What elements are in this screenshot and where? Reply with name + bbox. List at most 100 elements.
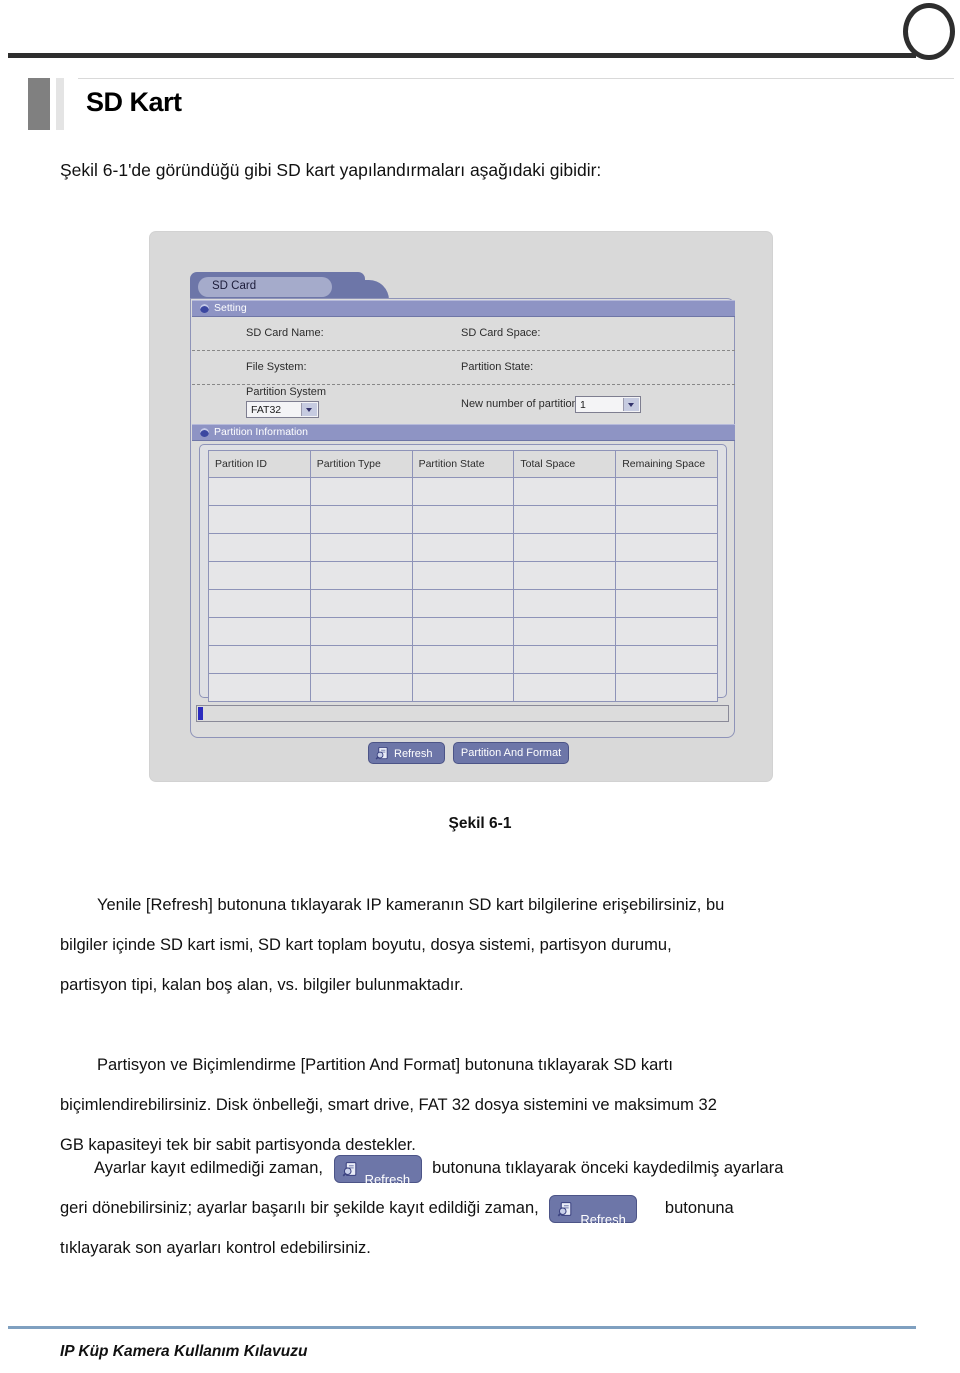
cell — [208, 589, 311, 618]
cell — [513, 477, 617, 506]
sd-card-panel: Setting SD Card Name: SD Card Space: Fil… — [190, 298, 735, 738]
chevron-down-icon[interactable] — [623, 398, 639, 411]
cell — [513, 617, 617, 646]
status-caret-icon — [198, 707, 203, 720]
cell — [513, 673, 617, 702]
panel-button-row: Refresh Partition And Format — [190, 742, 735, 772]
partition-system-select[interactable]: FAT32 — [246, 401, 319, 418]
paragraph-line: geri dönebilirsiniz; ayarlar başarılı bi… — [60, 1188, 905, 1228]
cell — [309, 533, 413, 562]
cell — [513, 589, 617, 618]
inline-refresh-button-2-label: Refresh — [580, 1211, 626, 1227]
page-header-decoration — [0, 0, 960, 70]
table-row[interactable] — [208, 561, 718, 590]
cell — [411, 561, 515, 590]
cell — [411, 617, 515, 646]
paragraph-line: bilgiler içinde SD kart ismi, SD kart to… — [60, 936, 672, 954]
footer-rule — [8, 1326, 916, 1329]
cell — [208, 617, 311, 646]
refresh-document-magnifier-icon — [342, 1161, 356, 1177]
paragraph-refresh-description: Yenile [Refresh] butonuna tıklayarak IP … — [60, 885, 900, 1005]
cell — [208, 645, 311, 674]
cell — [615, 505, 718, 534]
header-rule — [8, 53, 916, 58]
partition-and-format-button-label: Partition And Format — [460, 747, 562, 759]
partition-system-value: FAT32 — [251, 404, 282, 416]
cell — [208, 673, 311, 702]
cell — [411, 505, 515, 534]
partition-system-label: Partition System — [246, 386, 327, 398]
column-header-partition-state: Partition State — [411, 450, 515, 478]
sd-card-name-label: SD Card Name: — [246, 327, 324, 339]
tab-strip: SD Card — [190, 272, 389, 300]
cell — [615, 533, 718, 562]
tab-sd-card[interactable]: SD Card — [198, 277, 332, 297]
file-system-label: File System: — [246, 361, 307, 373]
partition-table-body — [208, 477, 718, 702]
header-circle-decoration — [903, 3, 955, 60]
table-row[interactable] — [208, 589, 718, 618]
cell — [411, 477, 515, 506]
cell — [615, 617, 718, 646]
cell — [513, 505, 617, 534]
column-header-total-space: Total Space — [513, 450, 617, 478]
inline-refresh-button-2[interactable]: Refresh — [549, 1194, 638, 1227]
section-partition-information-label: Partition Information — [214, 426, 308, 438]
inline-refresh-button-1-label: Refresh — [364, 1171, 411, 1187]
cell — [615, 561, 718, 590]
cell — [208, 477, 311, 506]
footer-text: IP Küp Kamera Kullanım Kılavuzu — [60, 1343, 308, 1360]
inline-refresh-button-1[interactable]: Refresh — [333, 1154, 422, 1187]
refresh-button[interactable]: Refresh — [368, 742, 445, 764]
chapter-title-block: SD Kart — [28, 73, 954, 135]
info-row-partition-system: Partition System FAT32 New number of par… — [192, 385, 735, 424]
table-row[interactable] — [208, 477, 718, 506]
cell — [208, 561, 311, 590]
cell — [309, 477, 413, 506]
paragraph-text-before-button: Ayarlar kayıt edilmediği zaman, — [94, 1159, 323, 1177]
cell — [411, 533, 515, 562]
paragraph-text-before-button: geri dönebilirsiniz; ayarlar başarılı bi… — [60, 1199, 539, 1217]
paragraph-partition-format-description: Partisyon ve Biçimlendirme [Partition An… — [60, 1045, 900, 1165]
status-bar — [196, 705, 729, 722]
column-header-partition-id: Partition ID — [208, 450, 311, 478]
title-accent-bar-light — [56, 78, 64, 130]
refresh-button-label: Refresh — [394, 748, 433, 760]
circle-bullet-icon — [200, 304, 209, 313]
paragraph-line: Partisyon ve Biçimlendirme [Partition An… — [97, 1056, 673, 1074]
partition-table-frame: Partition ID Partition Type Partition St… — [199, 444, 727, 702]
figure-caption: Şekil 6-1 — [448, 815, 512, 832]
sd-card-screenshot-figure: SD Card Setting SD Card Name: SD Card Sp… — [150, 232, 772, 781]
paragraph-line: biçimlendirebilirsiniz. Disk önbelleği, … — [60, 1096, 717, 1114]
cell — [309, 561, 413, 590]
title-top-rule — [78, 78, 954, 79]
table-row[interactable] — [208, 505, 718, 534]
sd-card-space-label: SD Card Space: — [461, 327, 541, 339]
refresh-document-magnifier-icon — [375, 746, 388, 760]
partition-and-format-button[interactable]: Partition And Format — [453, 742, 569, 764]
table-row[interactable] — [208, 645, 718, 674]
cell — [615, 477, 718, 506]
cell — [615, 673, 718, 702]
table-row[interactable] — [208, 533, 718, 562]
paragraph-text-after-button: butonuna tıklayarak önceki kaydedilmiş a… — [432, 1159, 784, 1177]
chevron-down-icon[interactable] — [301, 403, 317, 416]
info-row-sd-card: SD Card Name: SD Card Space: — [192, 317, 735, 351]
cell — [309, 673, 413, 702]
column-header-partition-type: Partition Type — [309, 450, 413, 478]
new-number-of-partition-label: New number of partition — [461, 398, 578, 410]
table-row[interactable] — [208, 617, 718, 646]
paragraph-line: tıklayarak son ayarları kontrol edebilir… — [60, 1239, 371, 1257]
section-setting-label: Setting — [214, 302, 247, 314]
cell — [513, 533, 617, 562]
cell — [615, 589, 718, 618]
paragraph-line: Ayarlar kayıt edilmediği zaman, Refresh … — [60, 1148, 905, 1188]
circle-bullet-icon — [200, 428, 209, 437]
paragraph-settings-description: Ayarlar kayıt edilmediği zaman, Refresh … — [60, 1148, 905, 1268]
table-row[interactable] — [208, 673, 718, 702]
intro-paragraph: Şekil 6-1'de göründüğü gibi SD kart yapı… — [60, 160, 602, 180]
cell — [615, 645, 718, 674]
cell — [208, 533, 311, 562]
new-number-of-partition-select[interactable]: 1 — [575, 396, 641, 413]
cell — [411, 673, 515, 702]
